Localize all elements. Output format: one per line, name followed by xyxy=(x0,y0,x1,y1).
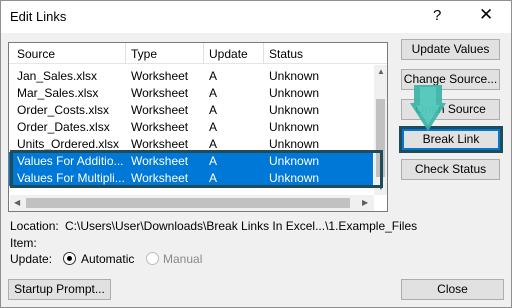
update-cell: A xyxy=(209,137,218,151)
update-label: Update: xyxy=(10,252,53,266)
column-separator[interactable] xyxy=(263,43,264,64)
type-cell: Worksheet xyxy=(131,86,189,100)
edit-links-dialog: Edit Links ? ✕ Source Type Update Status… xyxy=(0,0,512,308)
automatic-radio[interactable] xyxy=(63,252,76,265)
scroll-right-icon[interactable]: ▶ xyxy=(362,198,368,207)
location-value: C:\Users\User\Downloads\Break Links In E… xyxy=(65,219,418,233)
close-icon[interactable]: ✕ xyxy=(479,5,493,25)
source-cell: Jan_Sales.xlsx xyxy=(17,69,98,83)
horizontal-scroll-thumb[interactable] xyxy=(26,198,350,208)
link-row[interactable]: Order_Costs.xlsx Worksheet A Unknown xyxy=(9,101,373,118)
column-header-update[interactable]: Update xyxy=(209,47,248,61)
title-bar: Edit Links ? ✕ xyxy=(1,1,511,33)
manual-label[interactable]: Manual xyxy=(163,252,202,266)
startup-prompt-button[interactable]: Startup Prompt... xyxy=(8,279,111,300)
column-header-type[interactable]: Type xyxy=(131,47,157,61)
update-cell: A xyxy=(209,69,218,83)
item-label: Item: xyxy=(10,236,37,250)
link-row[interactable]: Jan_Sales.xlsx Worksheet A Unknown xyxy=(9,67,373,84)
status-cell: Unknown xyxy=(269,120,320,134)
source-cell: Order_Costs.xlsx xyxy=(17,103,110,117)
link-row[interactable]: Order_Dates.xlsx Worksheet A Unknown xyxy=(9,118,373,135)
status-cell: Unknown xyxy=(269,86,320,100)
help-icon[interactable]: ? xyxy=(433,7,441,24)
status-cell: Unknown xyxy=(269,69,320,83)
type-cell: Worksheet xyxy=(131,103,189,117)
type-cell: Worksheet xyxy=(131,137,189,151)
source-cell: Mar_Sales.xlsx xyxy=(17,86,99,100)
column-header-source[interactable]: Source xyxy=(17,47,55,61)
horizontal-scrollbar[interactable]: ◀ ▶ xyxy=(10,195,374,211)
source-cell: Units_Ordered.xlsx xyxy=(17,137,120,151)
automatic-label[interactable]: Automatic xyxy=(81,252,134,266)
type-cell: Worksheet xyxy=(131,120,189,134)
type-cell: Worksheet xyxy=(131,69,189,83)
location-label: Location: xyxy=(10,219,59,233)
update-cell: A xyxy=(209,86,218,100)
link-row[interactable]: Mar_Sales.xlsx Worksheet A Unknown xyxy=(9,84,373,101)
manual-radio[interactable] xyxy=(146,252,159,265)
close-button[interactable]: Close xyxy=(401,279,504,300)
column-separator[interactable] xyxy=(125,43,126,64)
update-cell: A xyxy=(209,120,218,134)
update-values-button[interactable]: Update Values xyxy=(401,39,500,60)
scroll-up-icon[interactable]: ▲ xyxy=(377,67,385,76)
pointer-arrow-icon xyxy=(410,85,446,131)
selection-highlight-box xyxy=(10,150,383,188)
break-link-button[interactable]: Break Link xyxy=(402,129,500,150)
status-cell: Unknown xyxy=(269,137,320,151)
dialog-title: Edit Links xyxy=(10,9,67,24)
source-cell: Order_Dates.xlsx xyxy=(17,120,110,134)
column-header-status[interactable]: Status xyxy=(269,47,303,61)
check-status-button[interactable]: Check Status xyxy=(401,159,500,180)
list-header: Source Type Update Status xyxy=(9,43,387,64)
scroll-left-icon[interactable]: ◀ xyxy=(14,198,20,207)
update-cell: A xyxy=(209,103,218,117)
status-cell: Unknown xyxy=(269,103,320,117)
column-separator[interactable] xyxy=(203,43,204,64)
